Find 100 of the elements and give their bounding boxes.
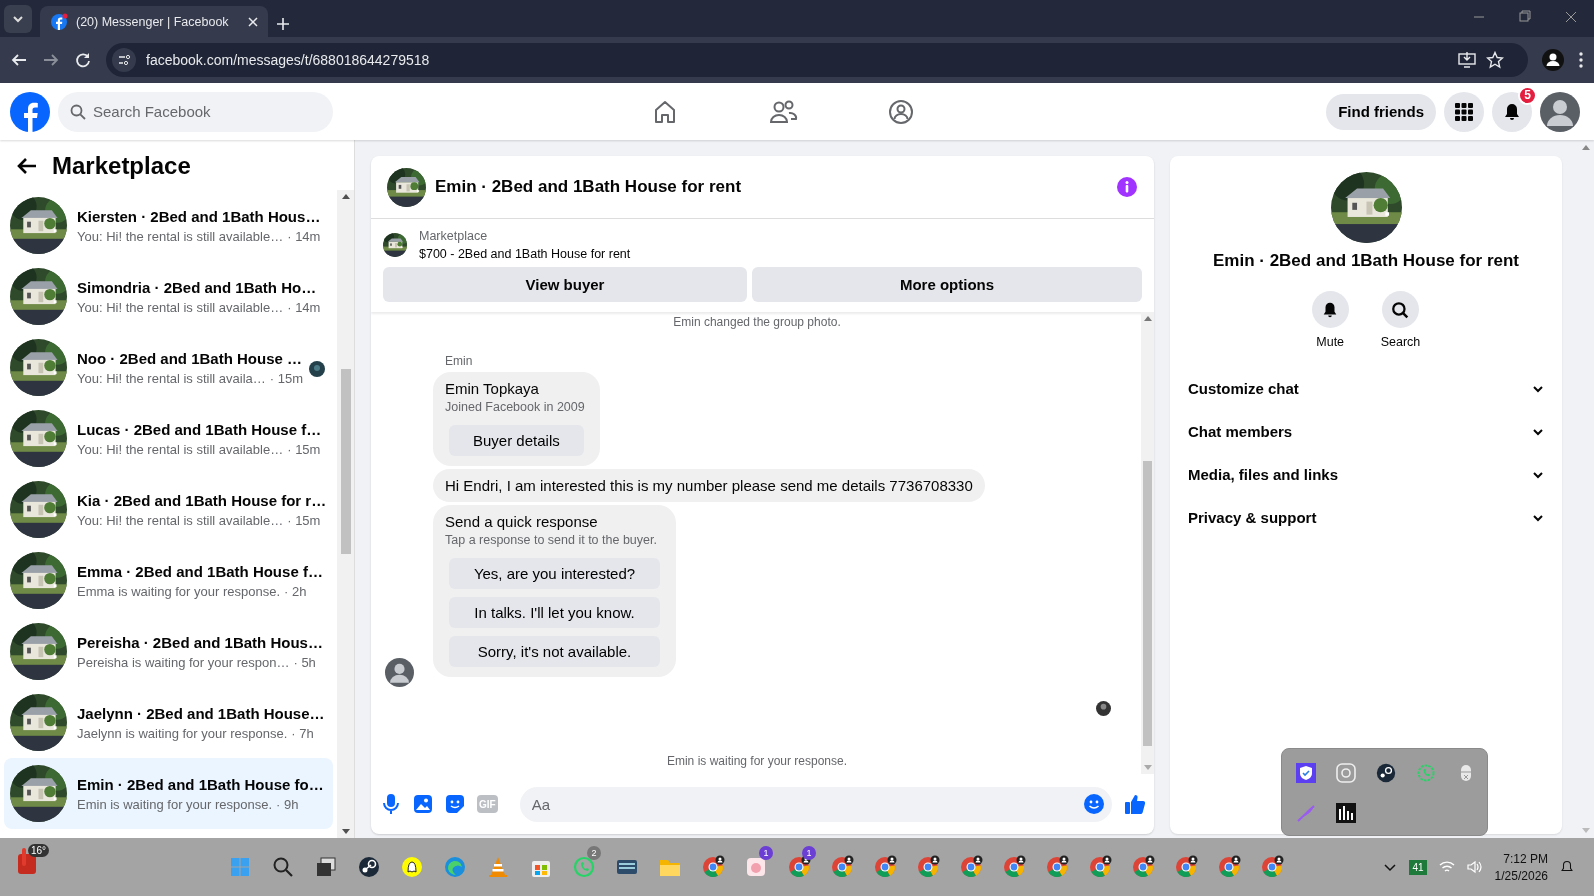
listing-label: Marketplace	[419, 229, 489, 243]
chat-title: Simondria · 2Bed and 1Bath Ho…	[77, 278, 318, 296]
system-message: Emin is waiting for your response.	[665, 753, 849, 770]
chrome-icon[interactable]	[1046, 855, 1068, 878]
seen-avatar	[1096, 701, 1111, 716]
microphone-icon[interactable]	[381, 793, 401, 815]
chat-list-item[interactable]: Jaelynn · 2Bed and 1Bath House… Jaelynn is waiting for your response. · 7h	[4, 687, 333, 758]
scroll-up-icon[interactable]	[341, 193, 350, 199]
chrome-icon[interactable]	[1218, 855, 1240, 878]
plus-icon[interactable]	[276, 17, 290, 31]
scroll-down-icon[interactable]	[341, 829, 350, 835]
listing-title[interactable]: $700 - 2Bed and 1Bath House for rent	[419, 247, 631, 261]
chrome-icon[interactable]	[1089, 855, 1111, 878]
round-logo-icon[interactable]	[1376, 763, 1396, 783]
chrome-icon[interactable]	[1261, 855, 1283, 878]
message-time: · 7h	[291, 725, 314, 741]
scroll-thumb[interactable]	[340, 369, 351, 554]
message-field[interactable]: Aa	[519, 786, 1112, 822]
notification-badge: 2	[587, 846, 601, 860]
quick-reply-button[interactable]: Sorry, it's not available.	[449, 636, 660, 667]
weather-widget[interactable]: 16°	[12, 844, 50, 876]
chrome-icon[interactable]	[1175, 855, 1197, 878]
star-icon[interactable]	[1486, 51, 1504, 69]
buyer-name: Emin Topkaya	[445, 380, 540, 397]
chat-title: Kia · 2Bed and 1Bath House for r…	[77, 491, 327, 509]
chrome-icon[interactable]	[960, 855, 982, 878]
chat-list-item[interactable]: Noo · 2Bed and 1Bath House … You: Hi! the rental is still availa… · 15m	[4, 332, 333, 403]
chat-title: Emma · 2Bed and 1Bath House f…	[77, 562, 323, 580]
clock-time[interactable]: 7:12 PM	[1503, 851, 1548, 866]
tray-badge[interactable]: 41	[1409, 859, 1427, 875]
find-friends-button[interactable]: Find friends	[1326, 93, 1436, 130]
scrollbar[interactable]	[337, 190, 354, 838]
menu-icon[interactable]	[1578, 51, 1584, 69]
notification-badge: 1	[759, 846, 773, 860]
f-logo-icon[interactable]	[10, 91, 50, 132]
scroll-up-icon[interactable]	[1143, 315, 1152, 321]
chat-list-item[interactable]: Simondria · 2Bed and 1Bath Ho… You: Hi! the rental is still available… · 14m	[4, 261, 333, 332]
more-options-button[interactable]: More options	[752, 267, 1142, 302]
info-icon[interactable]	[1116, 176, 1138, 198]
chrome-icon[interactable]	[702, 855, 724, 878]
chat-list-item[interactable]: Kia · 2Bed and 1Bath House for r… You: Hi! the rental is still available… · 15m	[4, 474, 333, 545]
buyer-details-button[interactable]: Buyer details	[449, 425, 584, 456]
shield-icon[interactable]	[1296, 763, 1316, 783]
chat-title: Lucas · 2Bed and 1Bath House f…	[77, 420, 322, 438]
round-logo-icon[interactable]	[358, 857, 379, 877]
view-buyer-button[interactable]: View buyer	[383, 267, 747, 302]
chat-list-item[interactable]: Emin · 2Bed and 1Bath House fo… Emin is waiting for your response. · 9h	[4, 758, 333, 829]
message-time: · 15m	[287, 441, 321, 457]
message-time: · 14m	[287, 299, 321, 315]
sender-avatar	[385, 658, 414, 687]
quick-reply-button[interactable]: In talks. I'll let you know.	[449, 597, 660, 628]
traffic-cone-icon[interactable]	[488, 857, 507, 877]
search-field[interactable]: Search Facebook	[58, 91, 333, 132]
chrome-icon[interactable]	[1003, 855, 1025, 878]
browser-tab[interactable]: (20) Messenger | Facebook	[40, 6, 268, 37]
message-preview: Jaelynn is waiting for your response.	[77, 725, 288, 741]
f-logo-icon	[50, 12, 68, 31]
chrome-icon[interactable]	[874, 855, 896, 878]
profile-avatar	[1540, 91, 1580, 132]
image-icon[interactable]	[413, 794, 433, 814]
scroll-thumb[interactable]	[1143, 461, 1152, 746]
system-message: Emin changed the group photo.	[672, 314, 842, 331]
chrome-icon[interactable]	[1132, 855, 1154, 878]
url-text[interactable]: facebook.com/messages/t/688018644279518	[146, 52, 430, 68]
message-time: · 15m	[287, 512, 321, 528]
search-icon[interactable]	[273, 857, 293, 877]
sender-name: Emin	[445, 354, 474, 368]
scroll-up-icon[interactable]	[1582, 144, 1590, 150]
quick-reply-button[interactable]: Yes, are you interested?	[449, 558, 660, 589]
chat-title: Noo · 2Bed and 1Bath House …	[77, 349, 304, 367]
shopping-bag-icon[interactable]	[531, 861, 550, 877]
bell-icon	[1502, 101, 1522, 122]
chrome-icon[interactable]	[917, 855, 939, 878]
close-icon[interactable]	[248, 16, 258, 27]
reload-icon[interactable]	[74, 51, 92, 69]
windows-stack-icon[interactable]	[316, 857, 335, 876]
chat-list-item[interactable]: Pereisha · 2Bed and 1Bath Hous… Pereisha is waiting for your respon… · 5h	[4, 616, 333, 687]
tab-search-button[interactable]	[4, 5, 32, 33]
ghost-icon[interactable]	[401, 857, 422, 877]
install-icon[interactable]	[1458, 51, 1476, 69]
back-arrow-icon[interactable]	[16, 156, 38, 176]
site-settings-icon[interactable]	[112, 48, 136, 72]
bar-chart-icon[interactable]	[1336, 803, 1356, 823]
search-button[interactable]	[1382, 291, 1419, 328]
sticker-icon[interactable]	[445, 794, 465, 814]
clock-date[interactable]: 1/25/2026	[1494, 868, 1548, 883]
chat-list-item[interactable]: Emma · 2Bed and 1Bath House f… Emma is waiting for your response. · 2h	[4, 545, 333, 616]
mute-button[interactable]	[1311, 291, 1349, 328]
thumbs-up-icon[interactable]	[1124, 793, 1146, 815]
tab-title: (20) Messenger | Facebook	[76, 14, 230, 29]
profile-icon[interactable]	[1542, 49, 1564, 71]
keyboard-icon[interactable]	[616, 860, 637, 874]
scrollbar[interactable]	[1141, 312, 1154, 774]
emoji-icon[interactable]	[1084, 793, 1104, 814]
chat-list-item[interactable]: Lucas · 2Bed and 1Bath House f… You: Hi! the rental is still available… · 15m	[4, 403, 333, 474]
message-time: · 9h	[276, 796, 299, 812]
chat-list-item[interactable]: Kiersten · 2Bed and 1Bath Hous… You: Hi! the rental is still available… · 14m	[4, 190, 333, 261]
chrome-icon[interactable]	[831, 855, 853, 878]
chrome-icon[interactable]	[788, 855, 810, 878]
menu-button[interactable]	[1444, 91, 1484, 132]
